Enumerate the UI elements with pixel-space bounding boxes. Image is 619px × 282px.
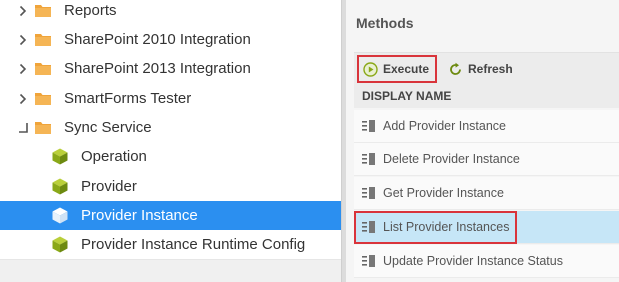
tree-item-provider-instance-runtime-config[interactable]: Provider Instance Runtime Config xyxy=(0,230,341,259)
method-label: List Provider Instances xyxy=(383,220,510,234)
tree-item-sharepoint-2010[interactable]: SharePoint 2010 Integration xyxy=(0,25,341,54)
execute-button[interactable]: Execute xyxy=(357,55,437,83)
tree-item-provider[interactable]: Provider xyxy=(0,172,341,201)
tree-item-label: Provider Instance xyxy=(81,207,198,224)
method-cell: List Provider Instances xyxy=(353,210,518,244)
smartobject-cube-icon xyxy=(52,178,68,195)
method-row-get[interactable]: Get Provider Instance xyxy=(354,177,619,210)
folder-icon xyxy=(35,32,51,48)
smartobject-cube-icon xyxy=(52,236,68,253)
tree-item-reports[interactable]: Reports xyxy=(0,0,341,25)
column-header-display-name[interactable]: DISPLAY NAME xyxy=(354,84,619,108)
tree-item-label: Operation xyxy=(81,148,147,165)
method-icon xyxy=(362,221,375,233)
method-label: Get Provider Instance xyxy=(383,186,504,200)
horizontal-scrollbar[interactable] xyxy=(0,259,341,282)
method-row-add[interactable]: Add Provider Instance xyxy=(354,110,619,143)
method-row-delete[interactable]: Delete Provider Instance xyxy=(354,143,619,176)
methods-panel: Methods Execute Refresh DISPLAY NAME Add… xyxy=(346,0,619,282)
tree-item-operation[interactable]: Operation xyxy=(0,142,341,171)
smartobject-cube-icon xyxy=(52,207,68,224)
chevron-right-icon[interactable] xyxy=(18,4,28,18)
tree-item-label: SharePoint 2010 Integration xyxy=(64,31,251,48)
method-label: Add Provider Instance xyxy=(383,119,506,133)
tree-item-sync-service[interactable]: Sync Service xyxy=(0,113,341,142)
folder-icon xyxy=(35,3,51,19)
method-icon xyxy=(362,187,375,199)
methods-toolbar: Execute Refresh xyxy=(354,52,619,84)
methods-title: Methods xyxy=(356,15,414,31)
chevron-right-icon[interactable] xyxy=(18,92,28,106)
method-icon xyxy=(362,255,375,267)
tree-item-provider-instance[interactable]: Provider Instance xyxy=(0,201,341,230)
tree-item-label: Provider Instance Runtime Config xyxy=(81,236,306,253)
tree-item-label: Sync Service xyxy=(64,119,152,136)
chevron-right-icon[interactable] xyxy=(18,62,28,76)
method-icon xyxy=(362,153,375,165)
tree-item-label: SmartForms Tester xyxy=(64,90,192,107)
method-row-update[interactable]: Update Provider Instance Status xyxy=(354,245,619,278)
smartobject-cube-icon xyxy=(52,148,68,165)
tree-item-label: SharePoint 2013 Integration xyxy=(64,60,251,77)
tree-panel: Reports SharePoint 2010 Integration Shar… xyxy=(0,0,341,282)
tree-item-label: Reports xyxy=(64,2,117,19)
method-label: Update Provider Instance Status xyxy=(383,254,563,268)
refresh-icon xyxy=(450,62,461,75)
refresh-button[interactable]: Refresh xyxy=(448,57,513,81)
tree-item-sharepoint-2013[interactable]: SharePoint 2013 Integration xyxy=(0,54,341,83)
method-icon xyxy=(362,120,375,132)
folder-icon xyxy=(35,61,51,77)
execute-label: Execute xyxy=(383,62,430,76)
method-label: Delete Provider Instance xyxy=(383,152,520,166)
play-icon xyxy=(363,61,378,77)
folder-icon xyxy=(35,91,51,107)
tree-item-smartforms-tester[interactable]: SmartForms Tester xyxy=(0,84,341,113)
folder-icon xyxy=(35,120,51,136)
method-row-list[interactable]: List Provider Instances xyxy=(353,210,619,244)
tree-item-label: Provider xyxy=(81,178,137,195)
chevron-expanded-icon[interactable] xyxy=(18,121,28,135)
refresh-label: Refresh xyxy=(468,62,513,76)
chevron-right-icon[interactable] xyxy=(18,33,28,47)
